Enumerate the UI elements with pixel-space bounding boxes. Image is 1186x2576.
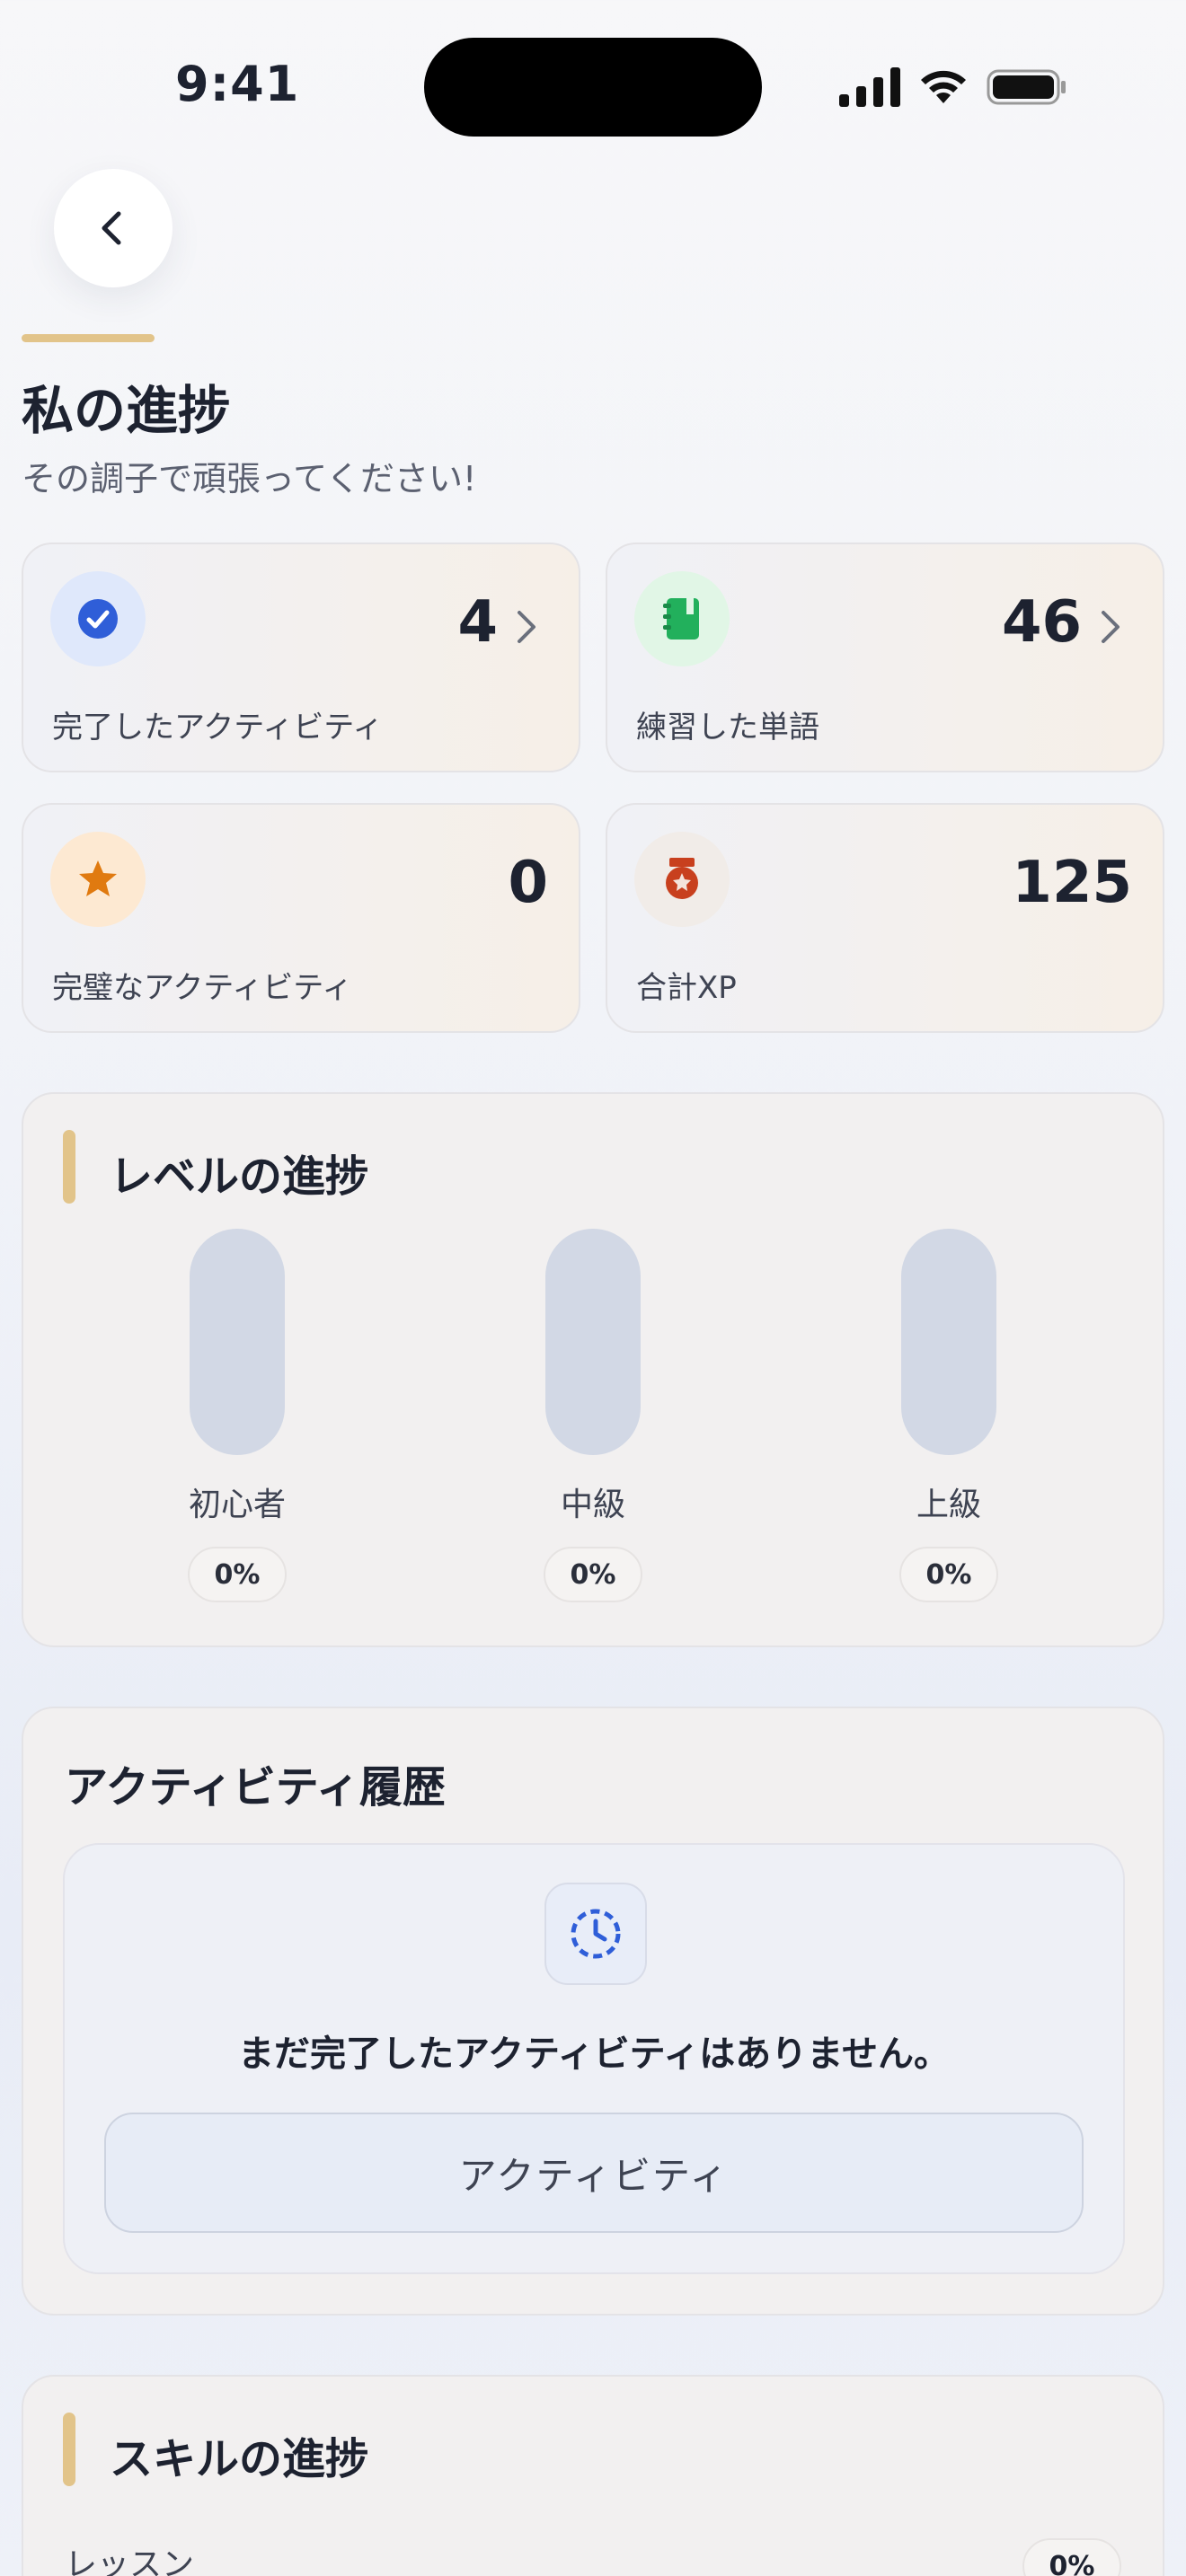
stat-label: 完璧なアクティビティ	[52, 970, 353, 1006]
skill-label: レッスン	[65, 2546, 195, 2576]
cellular-signal-icon	[839, 67, 900, 107]
level-progress-bar	[545, 1229, 641, 1455]
level-progress-title: レベルの進捗	[110, 1151, 369, 1202]
title-accent-line	[22, 334, 155, 342]
check-circle-icon	[50, 571, 146, 666]
level-percent-badge: 0%	[188, 1547, 287, 1602]
status-time: 9:41	[175, 56, 300, 112]
stat-card-completed-activities[interactable]: 4 完了したアクティビティ	[22, 543, 580, 772]
page-title: 私の進捗	[22, 380, 231, 441]
activity-history-title: アクティビティ履歴	[65, 1762, 446, 1813]
level-progress-bar	[190, 1229, 285, 1455]
level-name: 上級	[916, 1486, 981, 1523]
skill-progress-title: スキルの進捗	[110, 2434, 369, 2484]
panel-accent-bar	[63, 2413, 75, 2486]
history-clock-icon	[544, 1883, 647, 1985]
stat-label: 練習した単語	[636, 710, 819, 745]
dynamic-island	[424, 38, 762, 137]
stat-label: 合計XP	[636, 970, 737, 1006]
empty-message: まだ完了したアクティビティはありません。	[238, 2033, 950, 2075]
level-progress-bar	[901, 1229, 996, 1455]
wifi-icon	[921, 70, 966, 103]
status-icons	[839, 65, 1067, 110]
chevron-right-icon	[1102, 611, 1120, 643]
activity-history-empty-state: まだ完了したアクティビティはありません。 アクティビティ	[63, 1843, 1125, 2274]
level-column-beginner: 初心者 0%	[147, 1229, 327, 1602]
activities-button[interactable]: アクティビティ	[104, 2113, 1084, 2233]
level-column-advanced: 上級 0%	[859, 1229, 1039, 1602]
stat-value: 4	[457, 589, 498, 656]
skill-progress-panel: スキルの進捗 レッスン 0%	[22, 2375, 1164, 2576]
status-bar: 9:41	[0, 0, 1186, 171]
chevron-right-icon	[518, 611, 535, 643]
skill-percent-badge: 0%	[1022, 2538, 1121, 2576]
notebook-icon	[634, 571, 730, 666]
chevron-left-icon	[102, 211, 121, 245]
stat-label: 完了したアクティビティ	[52, 710, 384, 745]
battery-icon	[987, 69, 1066, 105]
stat-value: 46	[1001, 589, 1082, 656]
level-column-intermediate: 中級 0%	[503, 1229, 683, 1602]
stat-card-total-xp: 125 合計XP	[606, 803, 1164, 1033]
stat-value: 0	[508, 850, 548, 916]
page-subtitle: その調子で頑張ってください!	[22, 459, 477, 498]
level-percent-badge: 0%	[899, 1547, 998, 1602]
level-progress-panel: レベルの進捗 初心者 0% 中級 0% 上級 0%	[22, 1092, 1164, 1647]
activity-history-panel: アクティビティ履歴 まだ完了したアクティビティはありません。 アクティビティ	[22, 1707, 1164, 2316]
stat-card-practiced-words[interactable]: 46 練習した単語	[606, 543, 1164, 772]
medal-icon	[634, 832, 730, 927]
level-name: 中級	[560, 1486, 625, 1523]
level-name: 初心者	[188, 1486, 286, 1523]
stat-card-perfect-activities: 0 完璧なアクティビティ	[22, 803, 580, 1033]
stat-value: 125	[1012, 850, 1132, 916]
panel-accent-bar	[63, 1130, 75, 1204]
star-icon	[50, 832, 146, 927]
level-percent-badge: 0%	[544, 1547, 642, 1602]
back-button[interactable]	[54, 169, 173, 287]
